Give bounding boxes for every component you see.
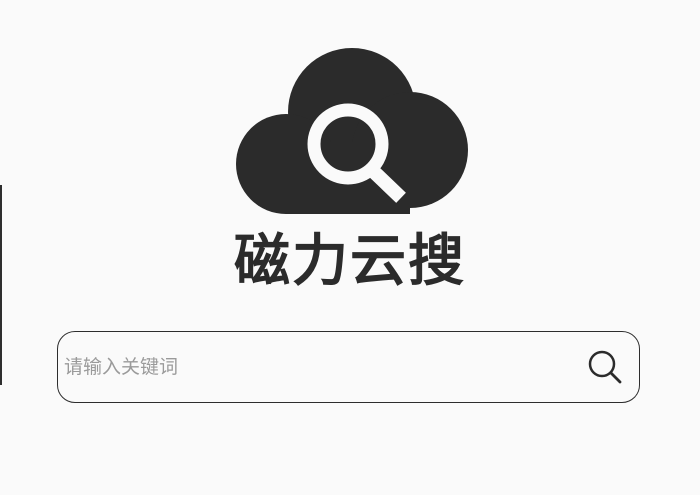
search-button[interactable]	[583, 345, 627, 389]
search-box	[57, 331, 640, 403]
page: 磁力云搜	[0, 0, 700, 495]
search-input[interactable]	[58, 332, 583, 402]
window-edge	[0, 185, 2, 385]
search-icon	[588, 350, 622, 384]
cloud-search-icon	[236, 48, 468, 214]
brand-title: 磁力云搜	[234, 229, 466, 294]
